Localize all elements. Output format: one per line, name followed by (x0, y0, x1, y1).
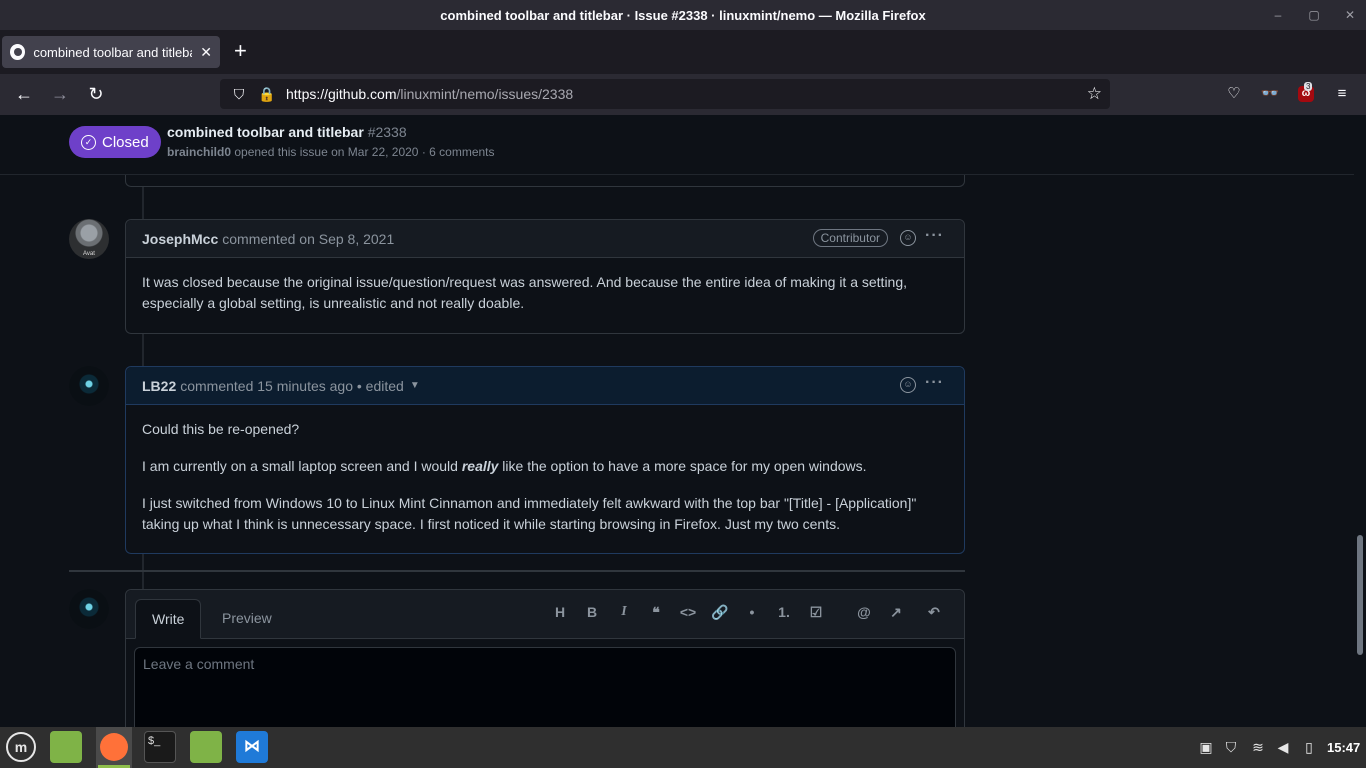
comment-paragraph: I am currently on a small laptop screen … (142, 456, 948, 477)
comment-header: JosephMcc commented on Sep 8, 2021 Contr… (126, 220, 964, 258)
numbered-list-icon[interactable]: 1. (774, 604, 794, 620)
more-options-icon[interactable]: ··· (925, 374, 944, 392)
close-window-icon[interactable]: ✕ (1342, 8, 1358, 22)
firefox-icon[interactable] (100, 733, 128, 761)
tab-strip: combined toolbar and titlebar · Issue #2… (0, 30, 1366, 74)
comment-paragraph: I just switched from Windows 10 to Linux… (142, 495, 917, 532)
comment-josephmcc: JosephMcc commented on Sep 8, 2021 Contr… (125, 219, 965, 334)
editor-tabs: Write Preview H B I ❝ <> 🔗 • 1. ☑ @ ↗ ↶ (126, 590, 964, 639)
forward-button[interactable]: → (48, 82, 72, 106)
comment-paragraph: It was closed because the original issue… (142, 274, 908, 311)
maximize-icon[interactable]: ▢ (1306, 8, 1322, 22)
back-button[interactable]: ← (12, 82, 36, 106)
files-folder-icon[interactable] (50, 731, 82, 763)
issue-number: #2338 (367, 124, 407, 140)
issue-state-badge: ✓ Closed (69, 126, 161, 158)
shield-icon[interactable]: ⛉ (230, 86, 248, 103)
issue-meta: brainchild0 opened this issue on Mar 22,… (167, 145, 495, 159)
issue-author[interactable]: brainchild0 (167, 145, 231, 159)
pocket-icon[interactable]: ♡ (1222, 82, 1246, 106)
url-path: /linuxmint/nemo/issues/2338 (396, 86, 574, 102)
reload-button[interactable]: ↻ (84, 82, 108, 106)
navigation-bar: ← → ↻ ⛉ 🔒 https://github.com/linuxmint/n… (0, 74, 1366, 115)
shield-tray-icon[interactable]: ⛉ (1222, 739, 1240, 756)
contributor-badge: Contributor (812, 229, 888, 247)
tab-label: combined toolbar and titlebar · Issue #2… (33, 44, 192, 60)
issue-title-text: combined toolbar and titlebar (167, 124, 364, 140)
more-options-icon[interactable]: ··· (925, 227, 944, 245)
issue-meta-text: opened this issue on Mar 22, 2020 · 6 co… (234, 145, 495, 159)
comment-timestamp[interactable]: commented 15 minutes ago • edited (180, 378, 404, 394)
comment-author[interactable]: LB22 (142, 378, 176, 394)
link-icon[interactable]: 🔗 (710, 604, 730, 621)
url-bar[interactable]: ⛉ 🔒 https://github.com/linuxmint/nemo/is… (220, 79, 1110, 109)
menu-icon[interactable]: ≡ (1330, 82, 1354, 106)
avatar-text: Avat (83, 251, 95, 257)
current-user-avatar[interactable] (69, 589, 109, 629)
lock-icon[interactable]: 🔒 (258, 86, 276, 103)
tab-preview[interactable]: Preview (206, 599, 288, 639)
mention-icon[interactable]: @ (854, 604, 874, 620)
cross-reference-icon[interactable]: ↗ (886, 604, 906, 621)
avatar-josephmcc[interactable]: Avat (69, 219, 109, 259)
quote-icon[interactable]: ❝ (646, 604, 666, 621)
clipboard-icon[interactable]: ▣ (1197, 739, 1215, 756)
comment-body: Could this be re-opened? I am currently … (126, 405, 964, 549)
check-circle-icon: ✓ (81, 134, 96, 150)
saved-reply-icon[interactable]: ↶ (924, 604, 944, 621)
avatar-lb22[interactable] (69, 366, 109, 406)
heading-icon[interactable]: H (550, 604, 570, 620)
comment-paragraph: Could this be re-opened? (142, 421, 300, 437)
comment-header: LB22 commented 15 minutes ago • edited ▼… (126, 367, 964, 405)
comment-body: It was closed because the original issue… (126, 258, 964, 328)
page-content: Avat JosephMcc commented on Sep 8, 2021 … (0, 115, 1354, 727)
browser-tab[interactable]: combined toolbar and titlebar · Issue #2… (2, 36, 220, 68)
bookmark-star-icon[interactable]: ☆ (1087, 84, 1102, 104)
issue-state-label: Closed (102, 133, 149, 151)
new-tab-button[interactable]: + (234, 40, 247, 62)
emphasis-text: really (461, 458, 499, 474)
comment-textarea[interactable]: Leave a comment (134, 647, 956, 727)
bullet-list-icon[interactable]: • (742, 604, 762, 620)
issue-title[interactable]: combined toolbar and titlebar #2338 (167, 124, 407, 140)
add-reaction-icon[interactable]: ☺ (900, 377, 916, 393)
mint-menu-icon[interactable]: m (6, 732, 36, 762)
github-favicon-icon (10, 44, 26, 60)
terminal-icon[interactable]: $_ (144, 731, 176, 763)
url-text[interactable]: https://github.com/linuxmint/nemo/issues… (286, 86, 573, 102)
comment-timestamp[interactable]: commented on Sep 8, 2021 (222, 231, 394, 247)
extension-icon[interactable]: 👓 (1258, 82, 1282, 106)
vscode-icon[interactable]: ⋈ (236, 731, 268, 763)
minimize-icon[interactable]: – (1270, 8, 1286, 22)
comment-editor: Write Preview H B I ❝ <> 🔗 • 1. ☑ @ ↗ ↶ … (125, 589, 965, 727)
italic-icon[interactable]: I (614, 604, 634, 620)
comment-author[interactable]: JosephMcc (142, 231, 218, 247)
bold-icon[interactable]: B (582, 604, 602, 620)
timeline-divider (69, 570, 965, 572)
taskbar: m $_ ⋈ ▣ ⛉ ≋ ◀ ▯ 15:47 (0, 727, 1366, 768)
tab-write[interactable]: Write (135, 599, 202, 639)
scrollbar-thumb[interactable] (1357, 535, 1363, 655)
ublock-badge: 3 (1304, 82, 1313, 91)
volume-icon[interactable]: ◀ (1274, 739, 1292, 756)
chevron-down-icon[interactable]: ▼ (410, 380, 420, 391)
issue-sticky-header: ✓ Closed combined toolbar and titlebar #… (0, 115, 1354, 175)
close-tab-icon[interactable]: ✕ (200, 44, 212, 61)
window-controls: – ▢ ✕ (1270, 0, 1358, 30)
wifi-icon[interactable]: ≋ (1249, 739, 1267, 756)
task-list-icon[interactable]: ☑ (806, 604, 826, 621)
file-manager-icon[interactable] (190, 731, 222, 763)
clock[interactable]: 15:47 (1327, 740, 1360, 755)
text-run: I am currently on a small laptop screen … (142, 458, 462, 474)
window-titlebar: combined toolbar and titlebar · Issue #2… (0, 0, 1366, 30)
comment-lb22: LB22 commented 15 minutes ago • edited ▼… (125, 366, 965, 554)
battery-icon[interactable]: ▯ (1300, 739, 1318, 756)
add-reaction-icon[interactable]: ☺ (900, 230, 916, 246)
url-domain: https://github.com (286, 86, 397, 102)
code-icon[interactable]: <> (678, 604, 698, 620)
text-run: like the option to have a more space for… (498, 458, 867, 474)
window-title: combined toolbar and titlebar · Issue #2… (440, 7, 926, 23)
